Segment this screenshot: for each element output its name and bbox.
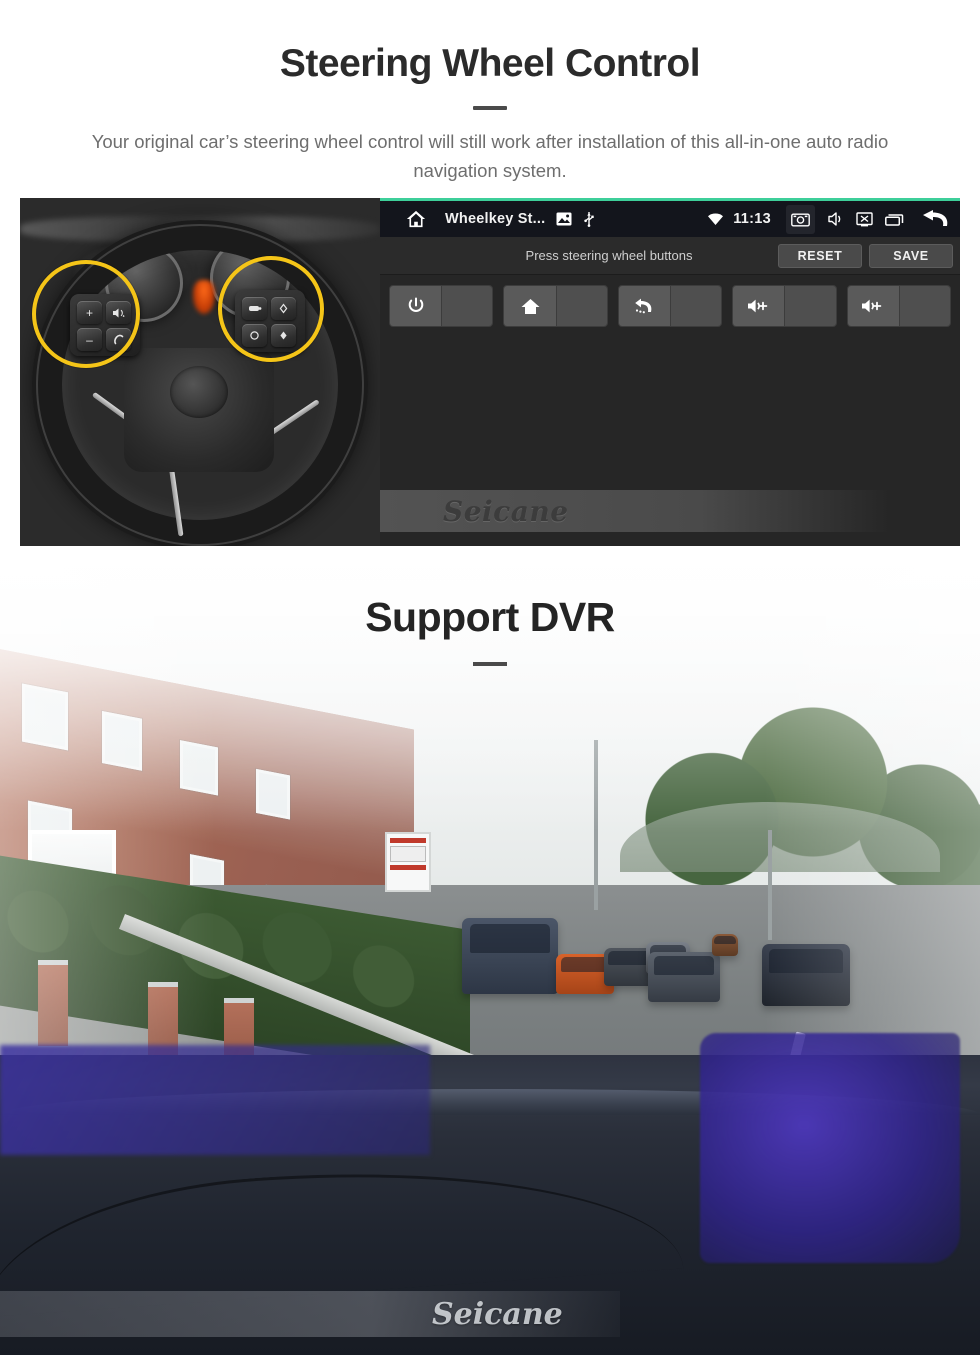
black-suv [762,944,850,1006]
home-icon[interactable] [405,209,427,229]
volume-up-icon [847,286,899,326]
dvr-watermark: Seicane [0,1291,620,1337]
support-dvr-section: Support DVR (Optional function, require … [0,562,980,1355]
app-title: Wheelkey St... [445,211,546,227]
street-lamp [768,830,772,940]
page-title: Steering Wheel Control [279,42,701,85]
instruction-text: Press steering wheel buttons [525,248,693,263]
windshield-blue-glare-secondary [0,1045,430,1155]
brand-name: Seicane [432,1296,563,1332]
house-window [22,683,68,751]
wheelkey-slot-volup-2[interactable] [846,285,952,327]
steering-wheel-media-row: + – Wheelkey St... 11:13 Press steering … [20,198,960,546]
save-button[interactable]: SAVE [869,243,953,268]
wheelkey-value-home [555,286,607,326]
street-lamp [594,740,598,910]
clock: 11:13 [733,211,771,227]
wheelkey-value-volup-1 [784,286,836,326]
wheelkey-value-power [441,286,493,326]
head-unit-watermark: Seicane [380,490,960,532]
steering-wheel-photo: + – [20,198,380,546]
android-status-bar: Wheelkey St... 11:13 [380,201,960,237]
highlight-ring-left [32,260,140,368]
wheelkey-slot-back[interactable] [617,285,723,327]
recent-apps-icon[interactable] [885,213,904,226]
wheelkey-slot-volup-1[interactable] [732,285,837,327]
airbag-center [170,366,228,418]
screen-off-icon[interactable] [856,211,873,227]
volume-mute-icon[interactable] [827,211,844,227]
for-sale-sign [385,832,431,892]
brick-pillar [38,960,68,1046]
head-unit-screen[interactable]: Wheelkey St... 11:13 Press steering whee… [380,198,960,546]
usb-icon [583,211,595,227]
house-window [256,768,290,820]
reset-button[interactable]: RESET [778,243,862,268]
wheelkey-mapping-row [380,275,960,327]
wheelkey-slot-power[interactable] [389,285,494,327]
wheelkey-slot-home[interactable] [503,285,608,327]
back-arrow-icon [618,286,671,326]
house-window [102,710,142,771]
image-icon [556,212,572,226]
volume-up-icon [733,286,785,326]
steering-wheel-control-section: Steering Wheel Control Your original car… [0,0,980,562]
power-icon [390,286,442,326]
suv-vehicle [462,918,558,994]
wheelkey-value-back [670,286,722,326]
grey-car [648,952,720,1002]
title-divider [473,106,507,110]
back-arrow-icon[interactable] [920,209,950,229]
screenshot-camera-icon[interactable] [786,204,815,234]
distant-vehicle [712,934,738,956]
dvr-title-divider [473,662,507,666]
section-subtitle: Your original car’s steering wheel contr… [91,131,889,181]
house-window [180,740,218,796]
product-detail-page: Steering Wheel Control Your original car… [0,0,980,1355]
home-icon [504,286,556,326]
wifi-icon [707,213,724,226]
highlight-ring-right [218,256,324,362]
wheelkey-toolbar: Press steering wheel buttons RESET SAVE [380,237,960,275]
wheelkey-value-volup-2 [898,286,951,326]
brand-name: Seicane [443,494,569,528]
dvr-section-title: Support DVR [365,594,615,640]
windshield-blue-glare [700,1033,960,1263]
